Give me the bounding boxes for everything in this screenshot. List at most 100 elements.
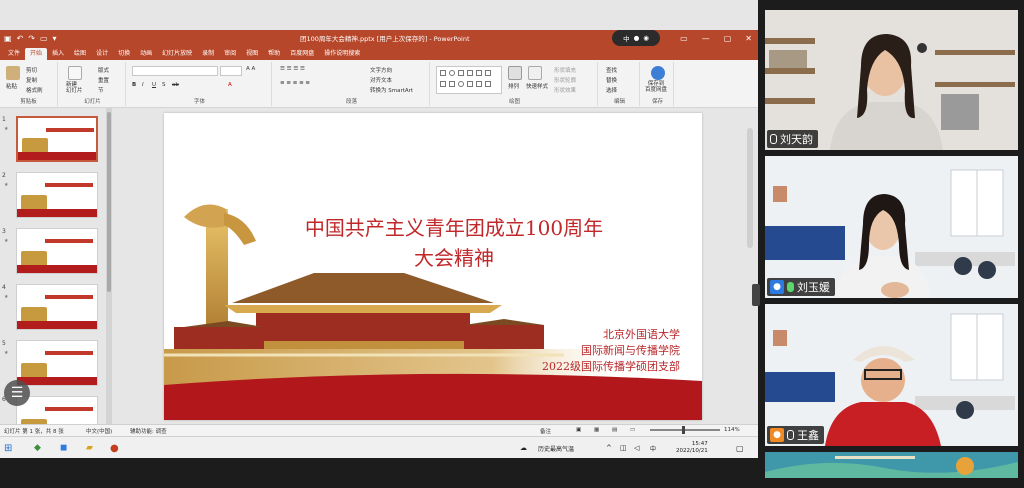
windows-start-icon[interactable]: ⊞ bbox=[4, 441, 12, 455]
text-direction-button[interactable]: 文字方向 bbox=[370, 66, 392, 74]
language-indicator[interactable]: 中文(中国) bbox=[86, 427, 112, 435]
save-to-baidu-button[interactable]: 保存到 百度网盘 bbox=[645, 81, 667, 93]
normal-view-icon[interactable]: ▣ bbox=[576, 427, 581, 433]
meeting-toolbar-pill[interactable]: 中 ● ◉ bbox=[612, 30, 660, 46]
sorter-view-icon[interactable]: ▦ bbox=[594, 427, 599, 433]
quick-styles-button[interactable]: 快速样式 bbox=[526, 82, 548, 90]
slide-title[interactable]: 中国共产主义青年团成立100周年 大会精神 bbox=[274, 213, 634, 273]
font-color-icon[interactable]: A bbox=[228, 82, 232, 88]
weather-text[interactable]: 历史最高气温 bbox=[538, 441, 574, 455]
bold-button[interactable]: B bbox=[132, 82, 136, 88]
paste-icon[interactable] bbox=[6, 66, 20, 80]
menu-tab[interactable]: 绘图 bbox=[69, 48, 91, 60]
slide-thumbnail[interactable] bbox=[16, 284, 98, 330]
save-icon[interactable]: ▣ bbox=[4, 34, 12, 43]
zoom-level[interactable]: 114% bbox=[724, 427, 740, 433]
underline-button[interactable]: U bbox=[152, 82, 156, 88]
slide-thumbnail[interactable] bbox=[16, 116, 98, 162]
align-icons[interactable]: ≡ ≡ ≡ ≡ ≡ bbox=[280, 80, 310, 86]
app-icon-2[interactable]: ◼ bbox=[60, 441, 67, 455]
new-slide-button[interactable]: 新建 幻灯片 bbox=[66, 82, 83, 94]
menu-tab[interactable]: 开始 bbox=[25, 48, 48, 60]
slideshow-view-icon[interactable]: ▭ bbox=[630, 427, 635, 433]
format-painter-button[interactable]: 格式刷 bbox=[26, 86, 43, 94]
floating-menu-icon[interactable]: ☰ bbox=[4, 380, 30, 406]
menu-tab[interactable]: 幻灯片放映 bbox=[157, 48, 197, 60]
menu-tab[interactable]: 审阅 bbox=[219, 48, 241, 60]
maximize-icon[interactable]: ▢ bbox=[724, 34, 732, 43]
redo-icon[interactable]: ↷ bbox=[28, 34, 35, 43]
slide-canvas[interactable]: 中国共产主义青年团成立100周年 大会精神 北京外国语大学 国际新闻与传播学院 … bbox=[164, 113, 702, 420]
layout-button[interactable]: 版式 bbox=[98, 66, 109, 74]
file-explorer-icon[interactable]: ▰ bbox=[86, 441, 93, 455]
paste-button[interactable]: 粘贴 bbox=[6, 82, 17, 90]
shape-effects-button[interactable]: 形状效果 bbox=[554, 86, 576, 94]
menu-tab[interactable]: 文件 bbox=[3, 48, 25, 60]
menu-tab[interactable]: 设计 bbox=[91, 48, 113, 60]
shadow-button[interactable]: S bbox=[162, 82, 166, 88]
shape-fill-button[interactable]: 形状填充 bbox=[554, 66, 576, 74]
menu-tab[interactable]: 切换 bbox=[113, 48, 135, 60]
shape-outline-button[interactable]: 形状轮廓 bbox=[554, 76, 576, 84]
menu-tab[interactable]: 帮助 bbox=[263, 48, 285, 60]
slide-thumbnail[interactable] bbox=[16, 172, 98, 218]
accessibility-indicator[interactable]: 辅助功能: 调查 bbox=[130, 427, 167, 435]
notification-icon[interactable]: ▢ bbox=[736, 441, 744, 455]
select-button[interactable]: 选择 bbox=[606, 86, 617, 94]
slide-organization[interactable]: 北京外国语大学 国际新闻与传播学院 2022级国际传播学硕团支部 bbox=[542, 327, 680, 375]
ribbon-options-icon[interactable]: ▭ bbox=[680, 34, 688, 43]
minimize-icon[interactable]: — bbox=[702, 34, 710, 43]
menu-tab[interactable]: 视图 bbox=[241, 48, 263, 60]
mic-icon[interactable]: ● bbox=[634, 34, 640, 42]
font-name-input[interactable] bbox=[132, 66, 218, 76]
slide-thumbnail[interactable] bbox=[16, 340, 98, 386]
customize-icon[interactable]: ▾ bbox=[53, 34, 57, 43]
menu-tab[interactable]: 插入 bbox=[47, 48, 69, 60]
clock[interactable]: 15:47 2022/10/21 bbox=[676, 441, 708, 455]
reset-button[interactable]: 重置 bbox=[98, 76, 109, 84]
slide-scrollbar[interactable] bbox=[745, 108, 755, 424]
volume-icon[interactable]: ◁ bbox=[634, 441, 639, 455]
baidu-cloud-icon[interactable] bbox=[651, 66, 665, 80]
strikethrough-button[interactable]: ab bbox=[172, 82, 179, 88]
section-button[interactable]: 节 bbox=[98, 86, 104, 94]
shapes-gallery[interactable] bbox=[436, 66, 502, 94]
undo-icon[interactable]: ↶ bbox=[17, 34, 24, 43]
menu-tab[interactable]: 动画 bbox=[135, 48, 157, 60]
thumbnail-scrollbar[interactable] bbox=[106, 108, 112, 424]
menu-tab[interactable]: 操作说明搜索 bbox=[319, 48, 365, 60]
cut-button[interactable]: 剪切 bbox=[26, 66, 37, 74]
find-button[interactable]: 查找 bbox=[606, 66, 617, 74]
input-method-indicator[interactable]: 中 bbox=[650, 441, 656, 455]
menu-tab[interactable]: 录制 bbox=[197, 48, 219, 60]
arrange-button[interactable]: 排列 bbox=[508, 82, 519, 90]
grow-font-icon[interactable]: A A bbox=[246, 66, 255, 72]
new-slide-icon[interactable] bbox=[68, 66, 82, 80]
italic-button[interactable]: I bbox=[142, 82, 144, 88]
zoom-slider-knob[interactable] bbox=[682, 426, 685, 434]
app-icon-1[interactable]: ◆ bbox=[34, 441, 41, 455]
close-icon[interactable]: ✕ bbox=[745, 34, 752, 43]
video-tile-4-partial[interactable] bbox=[765, 452, 1018, 478]
tray-arrow-icon[interactable]: ^ bbox=[606, 441, 612, 455]
reading-view-icon[interactable]: ▤ bbox=[612, 427, 617, 433]
align-text-button[interactable]: 对齐文本 bbox=[370, 76, 392, 84]
quick-styles-icon[interactable] bbox=[528, 66, 542, 80]
bullets-icon[interactable]: ☰ ☰ ☰ ☰ bbox=[280, 66, 305, 72]
font-size-input[interactable] bbox=[220, 66, 242, 76]
panel-collapse-handle[interactable] bbox=[752, 284, 760, 306]
replace-button[interactable]: 替换 bbox=[606, 76, 617, 84]
video-tile-3[interactable]: ● 王鑫 bbox=[765, 304, 1018, 446]
video-tile-1[interactable]: 刘天韵 bbox=[765, 10, 1018, 150]
notes-button[interactable]: 备注 bbox=[540, 427, 551, 435]
weather-icon[interactable]: ☁ bbox=[520, 441, 527, 455]
network-icon[interactable]: ◫ bbox=[620, 441, 627, 455]
zoom-slider[interactable] bbox=[650, 426, 720, 434]
arrange-icon[interactable] bbox=[508, 66, 522, 80]
powerpoint-taskbar-icon[interactable]: ● bbox=[110, 441, 119, 455]
copy-button[interactable]: 复制 bbox=[26, 76, 37, 84]
present-icon[interactable]: ▭ bbox=[40, 34, 48, 43]
video-tile-2-active-speaker[interactable]: ● 刘玉媛 bbox=[765, 156, 1018, 298]
menu-tab[interactable]: 百度网盘 bbox=[285, 48, 319, 60]
smartart-button[interactable]: 转换为 SmartArt bbox=[370, 86, 413, 94]
